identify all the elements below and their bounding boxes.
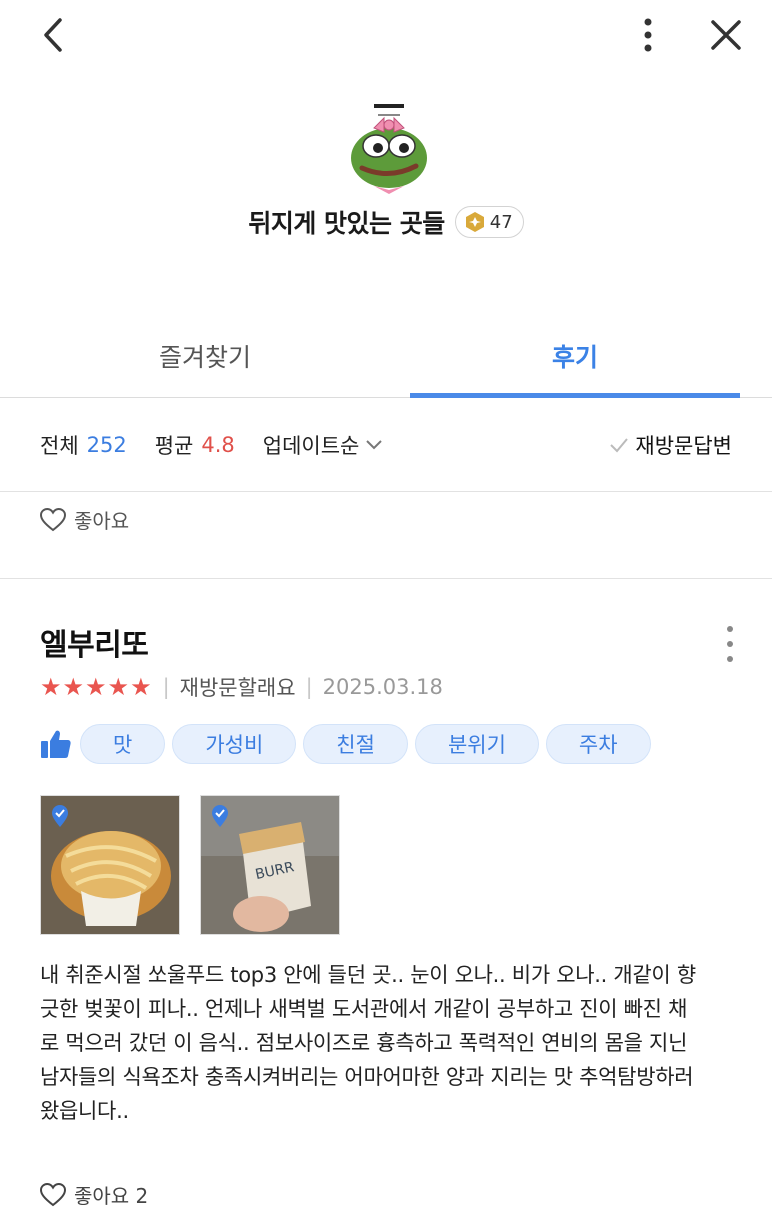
total-count: 252 bbox=[86, 432, 127, 457]
more-options-button[interactable] bbox=[623, 10, 673, 60]
review-more-button[interactable] bbox=[720, 626, 740, 662]
review-card: 엘부리또 ★★★★★ | 재방문할래요 | 2025.03.18 맛 가성비 친… bbox=[40, 620, 740, 1208]
review-text: 내 취준시절 쏘울푸드 top3 안에 들던 곳.. 눈이 오나.. 비가 오나… bbox=[40, 963, 696, 1123]
close-icon bbox=[711, 20, 741, 50]
total-label: 전체 bbox=[40, 433, 79, 458]
close-button[interactable] bbox=[701, 10, 751, 60]
level-icon bbox=[465, 212, 484, 232]
tag-chip: 분위기 bbox=[414, 724, 539, 764]
revisit-status: 재방문할래요 bbox=[179, 676, 296, 700]
divider bbox=[0, 578, 772, 579]
tag-chip: 가성비 bbox=[172, 724, 297, 764]
tab-bar: 즐겨찾기 후기 bbox=[0, 314, 772, 398]
sort-dropdown[interactable]: 업데이트순 bbox=[263, 430, 384, 460]
review-like-button[interactable]: 좋아요 2 bbox=[40, 1180, 148, 1209]
revisit-answer-filter[interactable]: 재방문답변 bbox=[609, 430, 732, 460]
sort-label: 업데이트순 bbox=[262, 433, 360, 458]
review-photo[interactable] bbox=[40, 795, 180, 935]
level-number: 47 bbox=[489, 211, 513, 233]
tab-reviews[interactable]: 후기 bbox=[410, 314, 740, 398]
filter-bar: 전체 252 평균 4.8 업데이트순 재방문답변 bbox=[0, 398, 772, 492]
revisit-answer-label: 재방문답변 bbox=[635, 433, 732, 458]
average-label: 평균 bbox=[154, 433, 194, 458]
verified-badge-icon bbox=[52, 805, 68, 827]
tag-chip: 맛 bbox=[80, 724, 166, 764]
like-label: 좋아요 bbox=[74, 509, 130, 533]
prev-review-like-button[interactable]: 좋아요 bbox=[40, 505, 129, 534]
back-button[interactable] bbox=[28, 10, 78, 60]
page-title: 뒤지게 맛있는 곳들 bbox=[248, 209, 445, 238]
chevron-down-icon bbox=[366, 439, 383, 449]
review-photos: BURR bbox=[40, 795, 340, 935]
like-count-label: 좋아요 2 bbox=[74, 1184, 149, 1208]
tag-chip: 친절 bbox=[303, 724, 408, 764]
tag-chip: 주차 bbox=[545, 724, 651, 764]
review-photo[interactable]: BURR bbox=[200, 795, 340, 935]
heart-icon bbox=[40, 507, 66, 531]
verified-badge-icon bbox=[212, 805, 228, 827]
star-rating: ★★★★★ bbox=[40, 673, 153, 701]
tab-favorites[interactable]: 즐겨찾기 bbox=[40, 314, 370, 398]
frog-avatar-image bbox=[351, 104, 427, 194]
level-badge: 47 bbox=[454, 206, 524, 238]
review-date: 2025.03.18 bbox=[322, 675, 443, 699]
heart-icon bbox=[40, 1182, 66, 1206]
tags-row: 맛 가성비 친절 분위기 주차 bbox=[40, 724, 658, 764]
thumbs-up-icon bbox=[41, 730, 71, 758]
check-icon bbox=[610, 437, 629, 452]
average-rating: 4.8 bbox=[201, 432, 235, 457]
top-bar bbox=[0, 0, 772, 70]
review-meta: ★★★★★ | 재방문할래요 | 2025.03.18 bbox=[40, 673, 443, 701]
place-name[interactable]: 엘부리또 bbox=[40, 620, 740, 664]
chevron-left-icon bbox=[44, 18, 62, 52]
vertical-dots-icon bbox=[644, 18, 652, 52]
